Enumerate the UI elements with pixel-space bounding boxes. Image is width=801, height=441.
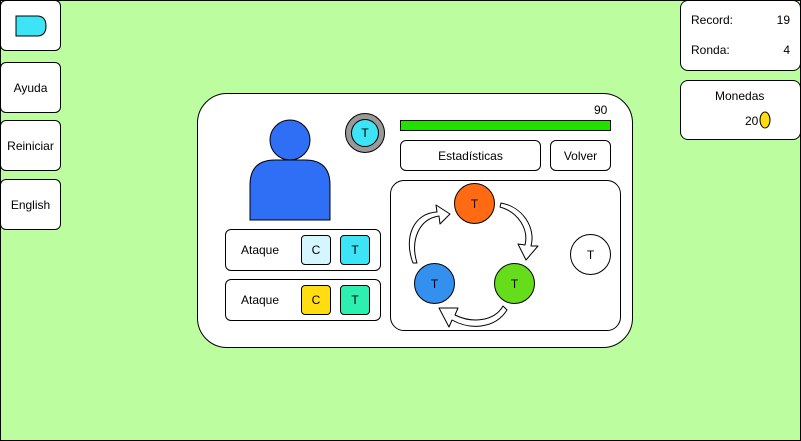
extra-type-node-label: T [586,247,595,262]
cycle-node-green[interactable]: T [494,263,535,304]
cycle-node-label: T [470,196,479,211]
arrow-orange-to-green [499,202,539,261]
arrow-green-to-blue [438,305,508,328]
cycle-arrows [408,202,539,328]
cycle-node-label: T [510,276,519,291]
cycle-node-blue[interactable]: T [414,263,455,304]
arrow-blue-to-orange [408,204,451,264]
cycle-node-label: T [430,276,439,291]
extra-type-node[interactable]: T [570,234,611,275]
cycle-node-orange[interactable]: T [454,183,495,224]
